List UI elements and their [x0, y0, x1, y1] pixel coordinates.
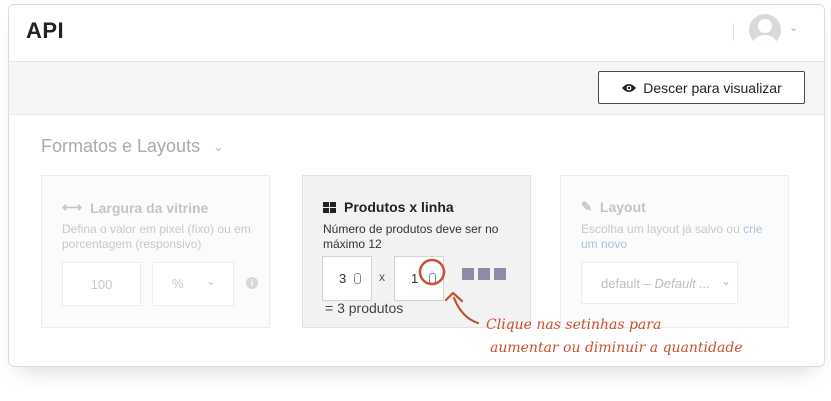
avatar[interactable] — [749, 14, 781, 46]
stepper-arrows-icon[interactable] — [354, 273, 361, 284]
panel-layout: ✎ Layout Escolha um layout já salvo ou c… — [560, 175, 789, 328]
panel-width-title: ⟷ Largura da vitrine — [62, 199, 208, 216]
unit-value: % — [172, 276, 184, 291]
user-icon — [753, 19, 777, 46]
section-title[interactable]: Formatos e Layouts — [41, 136, 200, 157]
annotation-line-2: aumentar ou diminuir a quantidade — [490, 340, 743, 356]
api-window: API ⌄ Descer para visualizar Formatos e … — [8, 4, 825, 367]
products-total: = 3 produtos — [325, 300, 404, 316]
divider — [733, 23, 734, 41]
resize-horizontal-icon: ⟷ — [62, 199, 83, 215]
chevron-down-icon[interactable]: ⌄ — [213, 139, 224, 155]
pencil-icon: ✎ — [581, 199, 592, 214]
toolbar: Descer para visualizar — [9, 62, 824, 115]
product-preview-square — [462, 268, 474, 280]
panel-width: ⟷ Largura da vitrine Defina o valor em p… — [41, 175, 270, 328]
panel-products-per-row: Produtos x linha Número de produtos deve… — [302, 175, 531, 328]
product-preview-square — [478, 268, 490, 280]
product-preview-square — [494, 268, 506, 280]
columns-value: 3 — [339, 271, 347, 286]
panel-width-description: Defina o valor em pixel (fixo) ou em por… — [62, 222, 251, 251]
columns-stepper[interactable]: 3 — [322, 256, 372, 301]
panel-width-label: Largura da vitrine — [90, 199, 209, 216]
rows-value: 1 — [411, 271, 419, 286]
times-sign: x — [379, 270, 385, 284]
stepper-arrows-icon[interactable] — [429, 273, 436, 284]
view-button-label: Descer para visualizar — [643, 79, 782, 96]
layout-default-key: default — [601, 276, 641, 291]
panel-products-description: Número de produtos deve ser no máximo 12 — [323, 222, 499, 251]
annotation-text: Clique nas setinhas para aumentar ou dim… — [486, 314, 743, 360]
layout-dash: – — [643, 276, 651, 291]
info-icon[interactable]: i — [246, 277, 258, 289]
eye-icon — [622, 83, 637, 92]
width-value-input[interactable]: 100 — [62, 262, 141, 306]
panel-layout-title: ✎ Layout — [581, 199, 646, 215]
panel-layout-label: Layout — [599, 199, 646, 215]
panel-products-label: Produtos x linha — [344, 199, 454, 215]
annotation-line-1: Clique nas setinhas para — [486, 317, 662, 333]
panel-products-title: Produtos x linha — [323, 199, 454, 215]
layout-description-text: Escolha um layout já salvo ou — [581, 222, 744, 236]
width-unit-select[interactable]: % ⌄ — [152, 262, 234, 306]
chevron-down-icon: ⌄ — [721, 274, 732, 288]
panel-layout-description: Escolha um layout já salvo ou crie um no… — [581, 222, 771, 252]
scroll-to-preview-button[interactable]: Descer para visualizar — [598, 71, 805, 104]
rows-stepper[interactable]: 1 — [394, 256, 444, 301]
grid-icon — [323, 201, 336, 213]
layout-selected-value: default – Default ... — [601, 276, 710, 291]
page-title: API — [26, 18, 65, 43]
chevron-down-icon: ⌄ — [206, 274, 217, 288]
layout-select[interactable]: default – Default ... ⌄ — [581, 262, 738, 304]
layout-default-name: Default ... — [654, 276, 711, 291]
chevron-down-icon[interactable]: ⌄ — [789, 21, 798, 34]
top-bar: API ⌄ — [9, 5, 824, 62]
